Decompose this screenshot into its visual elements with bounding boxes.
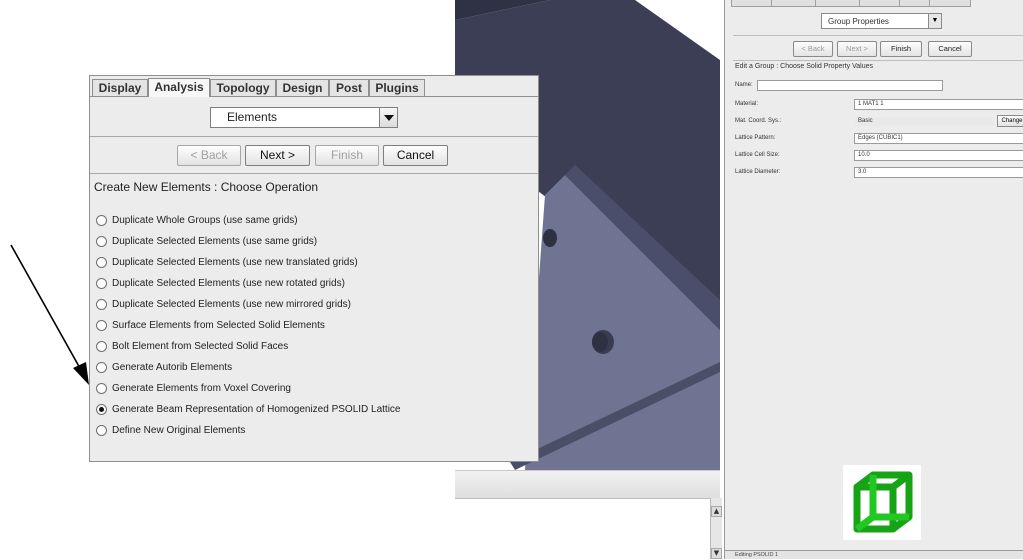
tab-topology[interactable]: Topology <box>210 79 276 96</box>
next-button[interactable]: Next > <box>245 145 310 166</box>
radio-option-label: Define New Original Elements <box>112 425 246 436</box>
wizard-button-row: < Back Next > Finish Cancel <box>90 137 538 173</box>
radio-unchecked-icon[interactable] <box>96 278 107 289</box>
lattice-cell-size-input[interactable]: 10.0 <box>854 150 1023 161</box>
elements-dialog: Display Analysis Topology Design Post Pl… <box>89 75 539 462</box>
operation-heading: Create New Elements : Choose Operation <box>94 180 319 194</box>
chevron-down-icon[interactable] <box>379 107 398 128</box>
radio-option-label: Duplicate Selected Elements (use new rot… <box>112 278 345 289</box>
radio-checked-icon[interactable] <box>96 404 107 415</box>
material-label: Material: <box>735 101 759 107</box>
radio-option-label: Duplicate Whole Groups (use same grids) <box>112 215 298 226</box>
panel-cancel-button[interactable]: Cancel <box>928 41 972 57</box>
pointer-arrow <box>10 244 89 385</box>
lattice-cell-size-label: Lattice Cell Size: <box>735 152 780 158</box>
panel-tab[interactable] <box>899 0 931 7</box>
divider <box>733 35 1023 36</box>
radio-option-label: Generate Beam Representation of Homogeni… <box>112 404 401 415</box>
panel-next-button[interactable]: Next > <box>837 41 877 57</box>
name-input[interactable] <box>757 80 943 91</box>
panel-tab[interactable] <box>771 0 817 7</box>
name-label: Name: <box>735 82 753 88</box>
back-button[interactable]: < Back <box>177 145 241 166</box>
panel-finish-button[interactable]: Finish <box>880 41 922 57</box>
console-output[interactable] <box>455 498 710 560</box>
change-button[interactable]: Change <box>997 115 1023 127</box>
radio-unchecked-icon[interactable] <box>96 236 107 247</box>
radio-option-label: Generate Autorib Elements <box>112 362 233 373</box>
lattice-diameter-label: Lattice Diameter: <box>735 169 781 175</box>
category-section: Elements <box>90 97 538 134</box>
tab-analysis[interactable]: Analysis <box>148 78 210 97</box>
tab-display[interactable]: Display <box>92 79 148 96</box>
tab-design[interactable]: Design <box>276 79 329 96</box>
material-select[interactable]: 1 MAT1 1 <box>854 99 1023 110</box>
panel-heading: Edit a Group : Choose Solid Property Val… <box>735 63 874 70</box>
radio-unchecked-icon[interactable] <box>96 425 107 436</box>
viewport-status-strip <box>455 470 720 501</box>
finish-button[interactable]: Finish <box>315 145 379 166</box>
coord-sys-label: Mat. Coord. Sys.: <box>735 118 782 124</box>
radio-unchecked-icon[interactable] <box>96 257 107 268</box>
lattice-pattern-select[interactable]: Edges (CUBIC1) <box>854 133 1023 144</box>
category-dropdown[interactable]: Elements <box>210 107 398 128</box>
panel-back-button[interactable]: < Back <box>793 41 833 57</box>
divider <box>90 173 538 174</box>
radio-option-label: Duplicate Selected Elements (use same gr… <box>112 236 318 247</box>
radio-option-label: Duplicate Selected Elements (use new mir… <box>112 299 351 310</box>
lattice-diameter-input[interactable]: 3.0 <box>854 167 1023 178</box>
console-scrollbar[interactable]: ▲ ▼ <box>710 498 722 559</box>
radio-option-label: Surface Elements from Selected Solid Ele… <box>112 320 325 331</box>
radio-option-label: Duplicate Selected Elements (use new tra… <box>112 257 358 268</box>
panel-tab[interactable] <box>929 0 971 7</box>
cube-lattice-icon <box>843 465 921 540</box>
radio-unchecked-icon[interactable] <box>96 341 107 352</box>
coord-sys-value: Basic <box>854 116 994 127</box>
tab-bar: Display Analysis Topology Design Post Pl… <box>90 76 538 97</box>
scroll-down-icon[interactable]: ▼ <box>711 548 722 559</box>
tab-post[interactable]: Post <box>329 79 369 96</box>
panel-tab[interactable] <box>731 0 773 7</box>
panel-tab[interactable] <box>859 0 901 7</box>
scroll-up-icon[interactable]: ▲ <box>711 506 722 517</box>
tab-plugins[interactable]: Plugins <box>369 79 425 96</box>
radio-unchecked-icon[interactable] <box>96 383 107 394</box>
panel-tab[interactable] <box>815 0 861 7</box>
radio-unchecked-icon[interactable] <box>96 215 107 226</box>
divider <box>733 60 1023 61</box>
radio-option-label: Generate Elements from Voxel Covering <box>112 383 291 394</box>
radio-option-label: Bolt Element from Selected Solid Faces <box>112 341 289 352</box>
status-bar: Editing PSOLID 1 <box>725 550 1023 559</box>
chevron-down-icon[interactable]: ▼ <box>928 13 942 29</box>
radio-unchecked-icon[interactable] <box>96 320 107 331</box>
lattice-pattern-label: Lattice Pattern: <box>735 135 776 141</box>
cancel-button[interactable]: Cancel <box>383 145 448 166</box>
panel-tabbar <box>731 0 991 7</box>
radio-unchecked-icon[interactable] <box>96 299 107 310</box>
group-properties-dropdown[interactable]: Group Properties <box>821 13 934 29</box>
radio-unchecked-icon[interactable] <box>96 362 107 373</box>
